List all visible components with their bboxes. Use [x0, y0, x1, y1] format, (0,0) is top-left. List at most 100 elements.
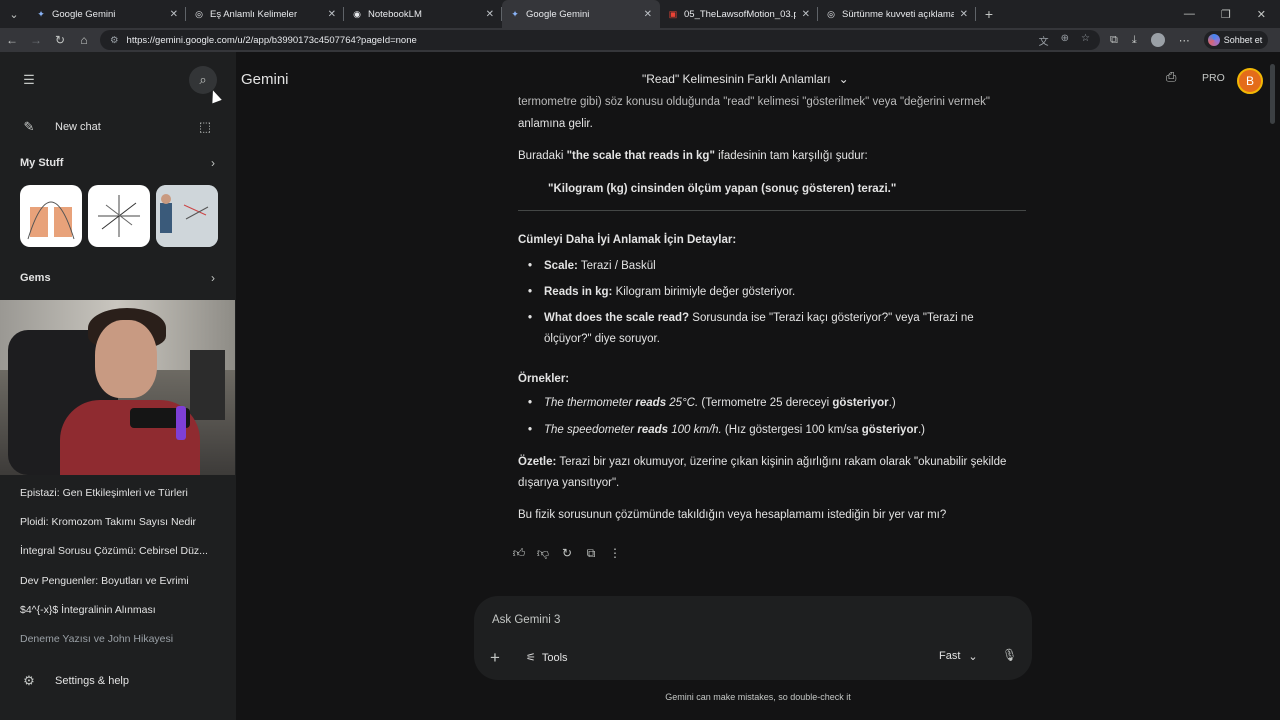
gemini-icon: ✦ [37, 8, 45, 19]
user-avatar[interactable]: B [1237, 68, 1263, 94]
url-field[interactable]: ⚙ https://gemini.google.com/u/2/app/b399… [100, 30, 1100, 50]
extensions-icon[interactable]: ⧉ [1110, 34, 1118, 47]
browser-tab-active[interactable]: ✦ Google Gemini ✕ [502, 0, 660, 28]
minimize-icon[interactable]: — [1184, 8, 1195, 21]
prompt-composer: Ask Gemini 3 + ⚟ Tools Fast ⌄ 🎙︎ [474, 596, 1032, 680]
text: reads [637, 424, 669, 436]
scrollbar[interactable] [1270, 64, 1275, 124]
history-item[interactable]: İntegral Sorusu Çözümü: Cebirsel Düz... [20, 545, 215, 557]
settings-help-button[interactable]: ⚙ Settings & help [15, 667, 129, 695]
temporary-chat-icon[interactable]: ⬚ [191, 113, 219, 141]
text: Buradaki [518, 150, 567, 162]
sohbet-label: Sohbet et [1223, 35, 1263, 45]
profile-icon[interactable] [1150, 33, 1165, 47]
phrase: "the scale that reads in kg" [566, 150, 715, 162]
history-item[interactable]: Deneme Yazısı ve John Hikayesi [20, 633, 215, 645]
globe-icon: ◎ [827, 8, 835, 19]
gemini-brand[interactable]: Gemini [241, 71, 289, 88]
my-stuff-header[interactable]: My Stuff › [20, 156, 215, 170]
my-stuff-thumbnail[interactable] [88, 185, 150, 247]
my-stuff-label: My Stuff [20, 157, 64, 169]
gemini-icon: ✦ [511, 8, 519, 19]
my-stuff-thumbnail[interactable] [156, 185, 218, 247]
history-item[interactable]: Ploidi: Kromozom Takımı Sayısı Nedir [20, 516, 215, 528]
zoom-icon[interactable]: ⊕ [1061, 33, 1069, 48]
address-toolbar: ← → ↻ ⌂ ⚙ https://gemini.google.com/u/2/… [0, 28, 1280, 52]
conversation-title[interactable]: "Read" Kelimesinin Farklı Anlamları ⌄ [642, 72, 849, 86]
close-icon[interactable]: ✕ [802, 9, 810, 20]
my-stuff-thumbnail[interactable] [20, 185, 82, 247]
close-window-icon[interactable]: ✕ [1257, 8, 1266, 21]
text: (Termometre 25 dereceyi [698, 397, 833, 409]
home-icon[interactable]: ⌂ [72, 33, 96, 47]
examples-heading: Örnekler: [518, 373, 570, 385]
new-tab-button[interactable]: + [976, 6, 1002, 22]
menu-icon[interactable]: ⋯ [1179, 34, 1190, 47]
history-item[interactable]: Dev Penguenler: Boyutları ve Evrimi [20, 575, 215, 587]
browser-tab[interactable]: ▣ 05_TheLawsofMotion_03.pdf ✕ [660, 0, 818, 28]
reload-icon[interactable]: ↻ [48, 33, 72, 47]
gems-header[interactable]: Gems › [20, 271, 215, 285]
webcam-overlay [0, 300, 235, 475]
settings-label: Settings & help [55, 675, 129, 687]
microphone-light [176, 406, 186, 440]
tab-search-icon[interactable]: ⌄ [0, 0, 28, 28]
thumbs-up-icon[interactable]: 👍︎ [512, 546, 526, 561]
download-icon[interactable]: ⤓ [1132, 34, 1137, 47]
text: The thermometer [544, 397, 636, 409]
pro-badge[interactable]: PRO [1202, 72, 1225, 84]
parabola-image [27, 201, 75, 240]
back-icon[interactable]: ← [0, 33, 24, 47]
tools-button[interactable]: ⚟ Tools [526, 651, 568, 665]
regenerate-icon[interactable]: ↻ [560, 546, 574, 561]
history-item[interactable]: Epistazi: Gen Etkileşimleri ve Türleri [20, 487, 215, 499]
mode-selector[interactable]: Fast ⌄ [939, 650, 978, 663]
history-item[interactable]: $4^{-x}$ İntegralinin Alınması [20, 604, 215, 616]
forward-icon[interactable]: → [24, 33, 48, 47]
hamburger-menu-icon[interactable]: ☰ [15, 66, 43, 94]
text: 100 km/h. [668, 424, 722, 436]
background-lamp [190, 350, 225, 420]
gems-label: Gems [20, 272, 51, 284]
chevron-down-icon: ⌄ [968, 651, 978, 663]
browser-tab[interactable]: ◎ Eş Anlamlı Kelimeler ✕ [186, 0, 344, 28]
browser-tab[interactable]: ✦ Google Gemini ✕ [28, 0, 186, 28]
bookmark-star-icon[interactable]: ☆ [1081, 33, 1090, 48]
text: reads [635, 397, 667, 409]
divider [518, 210, 1026, 211]
close-icon[interactable]: ✕ [170, 9, 178, 20]
translate-icon[interactable]: 文 [1039, 33, 1049, 48]
tab-title: NotebookLM [368, 8, 422, 20]
add-icon[interactable]: + [490, 648, 500, 668]
browser-tab-strip: ⌄ ✦ Google Gemini ✕ ◎ Eş Anlamlı Kelimeler ✕… [0, 0, 1280, 28]
microphone-icon[interactable]: 🎙︎ [1002, 648, 1017, 662]
intro-end: anlamına gelir. [518, 118, 593, 130]
chevron-right-icon: › [211, 156, 215, 170]
closing-question: Bu fizik sorusunun çözümünde takıldığın … [518, 509, 947, 521]
browser-tab[interactable]: ◉ NotebookLM ✕ [344, 0, 502, 28]
gear-icon: ⚙ [23, 673, 35, 688]
close-icon[interactable]: ✕ [960, 9, 968, 20]
print-icon[interactable]: ⎙ [1166, 69, 1176, 85]
site-info-icon[interactable]: ⚙ [110, 35, 119, 46]
summary-label: Özetle: [518, 456, 557, 468]
prompt-input[interactable]: Ask Gemini 3 [492, 614, 560, 626]
new-chat-button[interactable]: ✎ New chat [15, 113, 101, 141]
tab-title: Eş Anlamlı Kelimeler [210, 8, 298, 20]
disclaimer: Gemini can make mistakes, so double-chec… [665, 692, 851, 702]
browser-tab[interactable]: ◎ Sürtünme kuvveti açıklaması ✕ [818, 0, 976, 28]
more-options-icon[interactable]: ⋮ [608, 546, 622, 561]
close-icon[interactable]: ✕ [328, 9, 336, 20]
close-icon[interactable]: ✕ [486, 9, 494, 20]
translation-quote: "Kilogram (kg) cinsinden ölçüm yapan (so… [548, 183, 897, 195]
copilot-icon [1207, 34, 1220, 46]
translation-line: Buradaki "the scale that reads in kg" if… [518, 146, 1028, 167]
copy-icon[interactable]: ⧉ [584, 546, 598, 561]
tab-title: Sürtünme kuvveti açıklaması [842, 8, 954, 20]
thumbs-down-icon[interactable]: 👎︎ [536, 546, 550, 561]
term: Scale: [544, 260, 578, 272]
sohbet-button[interactable]: Sohbet et [1203, 31, 1269, 49]
list-item: What does the scale read? Sorusunda ise … [528, 308, 1024, 351]
close-icon[interactable]: ✕ [644, 9, 652, 20]
restore-icon[interactable]: ❐ [1221, 8, 1231, 21]
